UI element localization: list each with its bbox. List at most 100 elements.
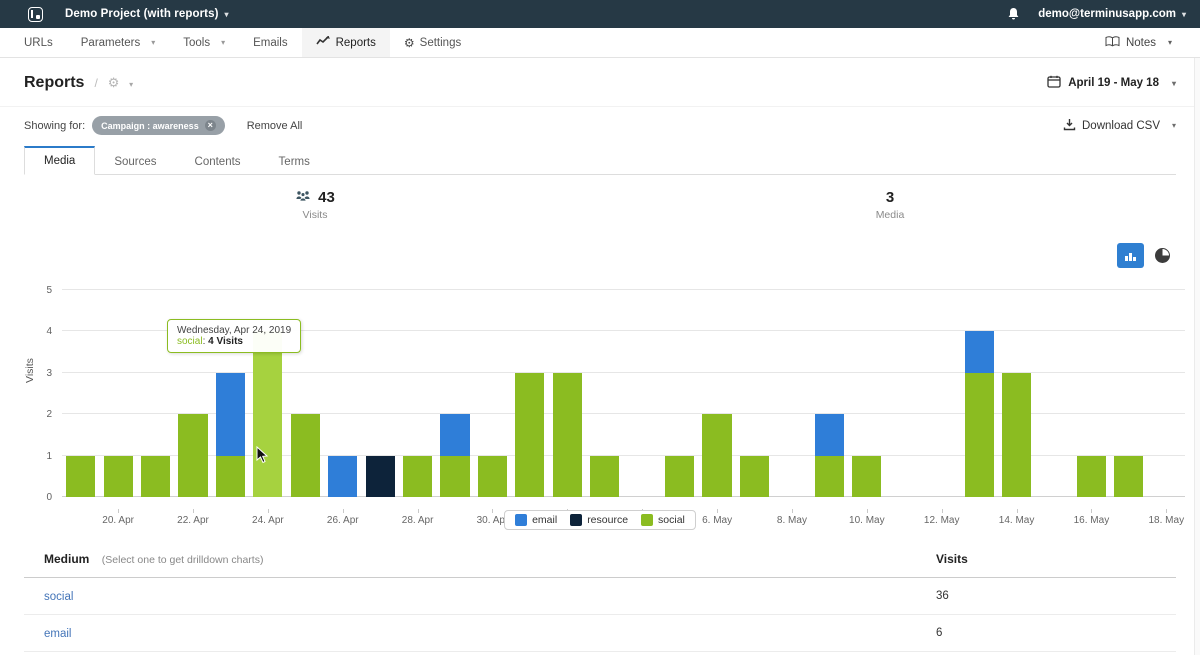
bar-apr-29[interactable]	[436, 290, 473, 497]
legend-item-social[interactable]: social	[641, 514, 685, 526]
account-menu[interactable]: demo@terminusapp.com▾	[1038, 8, 1186, 20]
bar-segment-social[interactable]	[104, 456, 133, 497]
bar-segment-email[interactable]	[216, 373, 245, 456]
date-range-picker[interactable]: April 19 - May 18 ▾	[1047, 75, 1176, 91]
nav-item-emails[interactable]: Emails	[239, 28, 302, 57]
bar-may-7[interactable]	[736, 290, 773, 497]
bar-apr-27[interactable]	[361, 290, 398, 497]
bar-may-18[interactable]	[1148, 290, 1185, 497]
notifications-bell-icon[interactable]	[1007, 7, 1020, 21]
project-selector[interactable]: Demo Project (with reports)▾	[65, 8, 229, 20]
bar-apr-30[interactable]	[474, 290, 511, 497]
bar-segment-resource[interactable]	[366, 456, 395, 497]
bar-apr-28[interactable]	[399, 290, 436, 497]
bar-may-16[interactable]	[1073, 290, 1110, 497]
table-row: email 6	[24, 615, 1176, 652]
medium-link-social[interactable]: social	[44, 591, 73, 603]
report-settings-button[interactable]: ⚙ ▾	[108, 75, 133, 91]
y-axis-tick-label: 1	[12, 451, 52, 462]
bar-may-12[interactable]	[923, 290, 960, 497]
app-logo-icon[interactable]	[28, 7, 43, 22]
bar-chart-icon	[1124, 250, 1137, 262]
tab-terms[interactable]: Terms	[260, 149, 329, 175]
bar-may-1[interactable]	[511, 290, 548, 497]
legend-label: social	[658, 514, 685, 526]
bar-segment-social[interactable]	[216, 456, 245, 497]
bar-apr-26[interactable]	[324, 290, 361, 497]
bar-segment-social[interactable]	[403, 456, 432, 497]
chevron-down-icon: ▾	[225, 10, 229, 19]
bar-segment-social[interactable]	[515, 373, 544, 497]
bar-may-8[interactable]	[773, 290, 810, 497]
medium-link-email[interactable]: email	[44, 628, 71, 640]
bar-segment-social[interactable]	[1077, 456, 1106, 497]
bar-segment-social[interactable]	[852, 456, 881, 497]
stat-media: 3 Media	[835, 189, 945, 221]
date-range-value: April 19 - May 18	[1068, 77, 1159, 89]
bar-segment-email[interactable]	[440, 414, 469, 455]
bar-segment-email[interactable]	[815, 414, 844, 455]
download-csv-button[interactable]: Download CSV ▾	[1063, 118, 1176, 134]
bar-segment-social[interactable]	[965, 373, 994, 497]
bar-segment-social[interactable]	[291, 414, 320, 497]
bar-apr-19[interactable]	[62, 290, 99, 497]
bar-chart-toggle-button[interactable]	[1117, 243, 1144, 268]
bar-segment-social[interactable]	[1002, 373, 1031, 497]
tab-media[interactable]: Media	[24, 146, 95, 175]
bar-may-11[interactable]	[886, 290, 923, 497]
bar-segment-social[interactable]	[590, 456, 619, 497]
bar-apr-20[interactable]	[99, 290, 136, 497]
nav-item-reports[interactable]: Reports	[302, 28, 390, 57]
nav-item-parameters[interactable]: Parameters▾	[67, 28, 169, 57]
nav-item-tools[interactable]: Tools▾	[169, 28, 239, 57]
legend-item-resource[interactable]: resource	[570, 514, 628, 526]
bar-segment-email[interactable]	[965, 331, 994, 372]
chart-tooltip: Wednesday, Apr 24, 2019 social: 4 Visits	[167, 319, 301, 353]
remove-filter-icon[interactable]: ×	[205, 120, 216, 131]
bar-segment-social[interactable]	[740, 456, 769, 497]
account-email: demo@terminusapp.com	[1038, 8, 1176, 20]
bar-segment-social[interactable]	[178, 414, 207, 497]
chart-type-controls	[0, 239, 1200, 278]
bar-may-3[interactable]	[586, 290, 623, 497]
chevron-down-icon: ▾	[1168, 38, 1172, 47]
table-row: social 36	[24, 578, 1176, 615]
bar-may-6[interactable]	[698, 290, 735, 497]
bar-segment-social[interactable]	[478, 456, 507, 497]
bar-may-17[interactable]	[1110, 290, 1147, 497]
bar-may-13[interactable]	[960, 290, 997, 497]
bar-may-5[interactable]	[661, 290, 698, 497]
legend-swatch	[515, 514, 527, 526]
col-header-medium: Medium	[44, 552, 89, 566]
bar-segment-social[interactable]	[66, 456, 95, 497]
nav-item-settings[interactable]: ⚙Settings	[390, 28, 475, 57]
bar-segment-email[interactable]	[328, 456, 357, 497]
bar-segment-social[interactable]	[141, 456, 170, 497]
chart-line-icon	[316, 36, 331, 49]
bar-may-10[interactable]	[848, 290, 885, 497]
pie-chart-toggle-button[interactable]	[1155, 248, 1170, 263]
nav-item-urls[interactable]: URLs	[10, 28, 67, 57]
bar-may-9[interactable]	[811, 290, 848, 497]
bar-may-4[interactable]	[624, 290, 661, 497]
bar-segment-social[interactable]	[665, 456, 694, 497]
breadcrumb-separator: /	[94, 76, 97, 90]
bar-segment-social[interactable]	[553, 373, 582, 497]
tab-contents[interactable]: Contents	[176, 149, 260, 175]
bar-segment-social[interactable]	[253, 331, 282, 497]
bar-segment-social[interactable]	[440, 456, 469, 497]
bar-segment-social[interactable]	[702, 414, 731, 497]
tab-sources[interactable]: Sources	[95, 149, 175, 175]
bar-may-14[interactable]	[998, 290, 1035, 497]
bar-segment-social[interactable]	[815, 456, 844, 497]
bar-may-2[interactable]	[549, 290, 586, 497]
bar-may-15[interactable]	[1035, 290, 1072, 497]
scrollbar[interactable]	[1194, 58, 1200, 655]
filter-chip-campaign-awareness[interactable]: Campaign : awareness ×	[92, 116, 225, 135]
remove-all-button[interactable]: Remove All	[247, 120, 303, 132]
legend-item-email[interactable]: email	[515, 514, 557, 526]
calendar-icon	[1047, 75, 1061, 91]
chart-plot[interactable]: Wednesday, Apr 24, 2019 social: 4 Visits…	[62, 290, 1185, 497]
notes-menu[interactable]: Notes ▾	[1105, 28, 1190, 57]
bar-segment-social[interactable]	[1114, 456, 1143, 497]
